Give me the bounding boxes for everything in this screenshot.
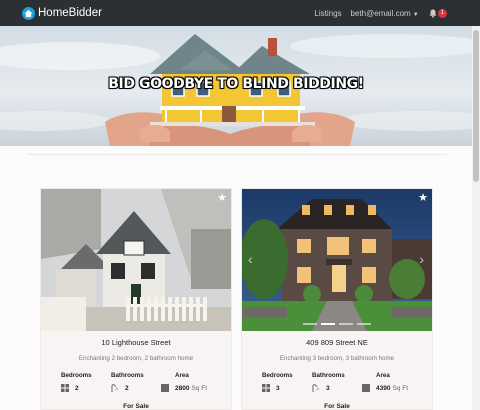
bathrooms-label: Bathrooms [312, 372, 345, 379]
area-label: Area [376, 372, 390, 379]
area-unit: Sq Ft [191, 384, 208, 392]
shower-icon [111, 384, 119, 392]
area-label: Area [175, 372, 189, 379]
bedrooms-value: 3 [276, 384, 280, 392]
notifications-button[interactable]: 1 [429, 8, 447, 18]
bedrooms-value: 2 [75, 384, 79, 392]
area-value: 2800 [175, 384, 190, 392]
area-stat: Area 4390 Sq Ft [362, 372, 408, 392]
bathrooms-value: 3 [326, 384, 330, 392]
bedrooms-label: Bedrooms [61, 372, 92, 379]
listing-status: For Sale [123, 403, 149, 410]
scrollbar-thumb[interactable] [473, 30, 479, 182]
bathrooms-value: 2 [125, 384, 129, 392]
house-photo-image [41, 189, 231, 331]
user-email: beth@email.com [350, 8, 411, 18]
listing-status: For Sale [324, 403, 350, 410]
listing-card[interactable]: ★ 10 Lighthouse Street Enchanting 2 bedr… [40, 188, 232, 410]
bedrooms-label: Bedrooms [262, 372, 293, 379]
bed-grid-icon [61, 384, 69, 392]
bathrooms-stat: Bathrooms 3 [312, 372, 345, 392]
listing-description: Enchanting 2 bedroom, 2 bathroom home [78, 355, 194, 362]
nav-link-listings[interactable]: Listings [314, 9, 341, 18]
brand-link[interactable]: HomeBidder [22, 6, 102, 20]
user-menu-dropdown[interactable]: beth@email.com ▼ [351, 9, 419, 18]
shower-icon [312, 384, 320, 392]
chevron-down-icon: ▼ [412, 11, 419, 18]
nav-right: Listings beth@email.com ▼ 1 [305, 0, 447, 26]
area-square-icon [161, 384, 169, 392]
listing-photo[interactable]: ★ ‹ › [242, 189, 432, 331]
listing-description: Enchanting 3 bedroom, 3 bathroom home [279, 355, 395, 362]
top-navbar: HomeBidder Listings beth@email.com ▼ 1 [0, 0, 480, 26]
star-icon[interactable]: ★ [217, 191, 227, 204]
house-logo-icon [22, 6, 35, 20]
hero-banner: BID GOODBYE TO BLIND BIDDING! [0, 26, 472, 146]
notification-badge: 1 [437, 8, 447, 18]
bathrooms-label: Bathrooms [111, 372, 144, 379]
bedrooms-stat: Bedrooms 3 [262, 372, 293, 392]
listing-address[interactable]: 409 809 Street NE [242, 338, 432, 347]
bathrooms-stat: Bathrooms 2 [111, 372, 144, 392]
listing-photo[interactable]: ★ [41, 189, 231, 331]
carousel-indicators [242, 323, 432, 325]
bell-icon [429, 9, 437, 18]
carousel-next-arrow[interactable]: › [419, 251, 424, 267]
house-photo-image [242, 189, 432, 331]
area-square-icon [362, 384, 370, 392]
carousel-dot[interactable] [339, 323, 353, 325]
hero-title: BID GOODBYE TO BLIND BIDDING! [108, 76, 364, 92]
section-divider [27, 154, 447, 155]
listing-address[interactable]: 10 Lighthouse Street [41, 338, 231, 347]
carousel-dot[interactable] [321, 323, 335, 325]
star-icon[interactable]: ★ [418, 191, 428, 204]
area-unit: Sq Ft [392, 384, 409, 392]
area-stat: Area 2800 Sq Ft [161, 372, 207, 392]
carousel-prev-arrow[interactable]: ‹ [248, 251, 253, 267]
carousel-dot[interactable] [357, 323, 371, 325]
listing-card[interactable]: ★ ‹ › 409 809 Street NE Enchanting 3 bed… [241, 188, 433, 410]
area-value: 4390 [376, 384, 391, 392]
carousel-dot[interactable] [303, 323, 317, 325]
bedrooms-stat: Bedrooms 2 [61, 372, 92, 392]
page-scrollbar[interactable] [472, 26, 480, 410]
bed-grid-icon [262, 384, 270, 392]
brand-name: HomeBidder [38, 7, 102, 19]
